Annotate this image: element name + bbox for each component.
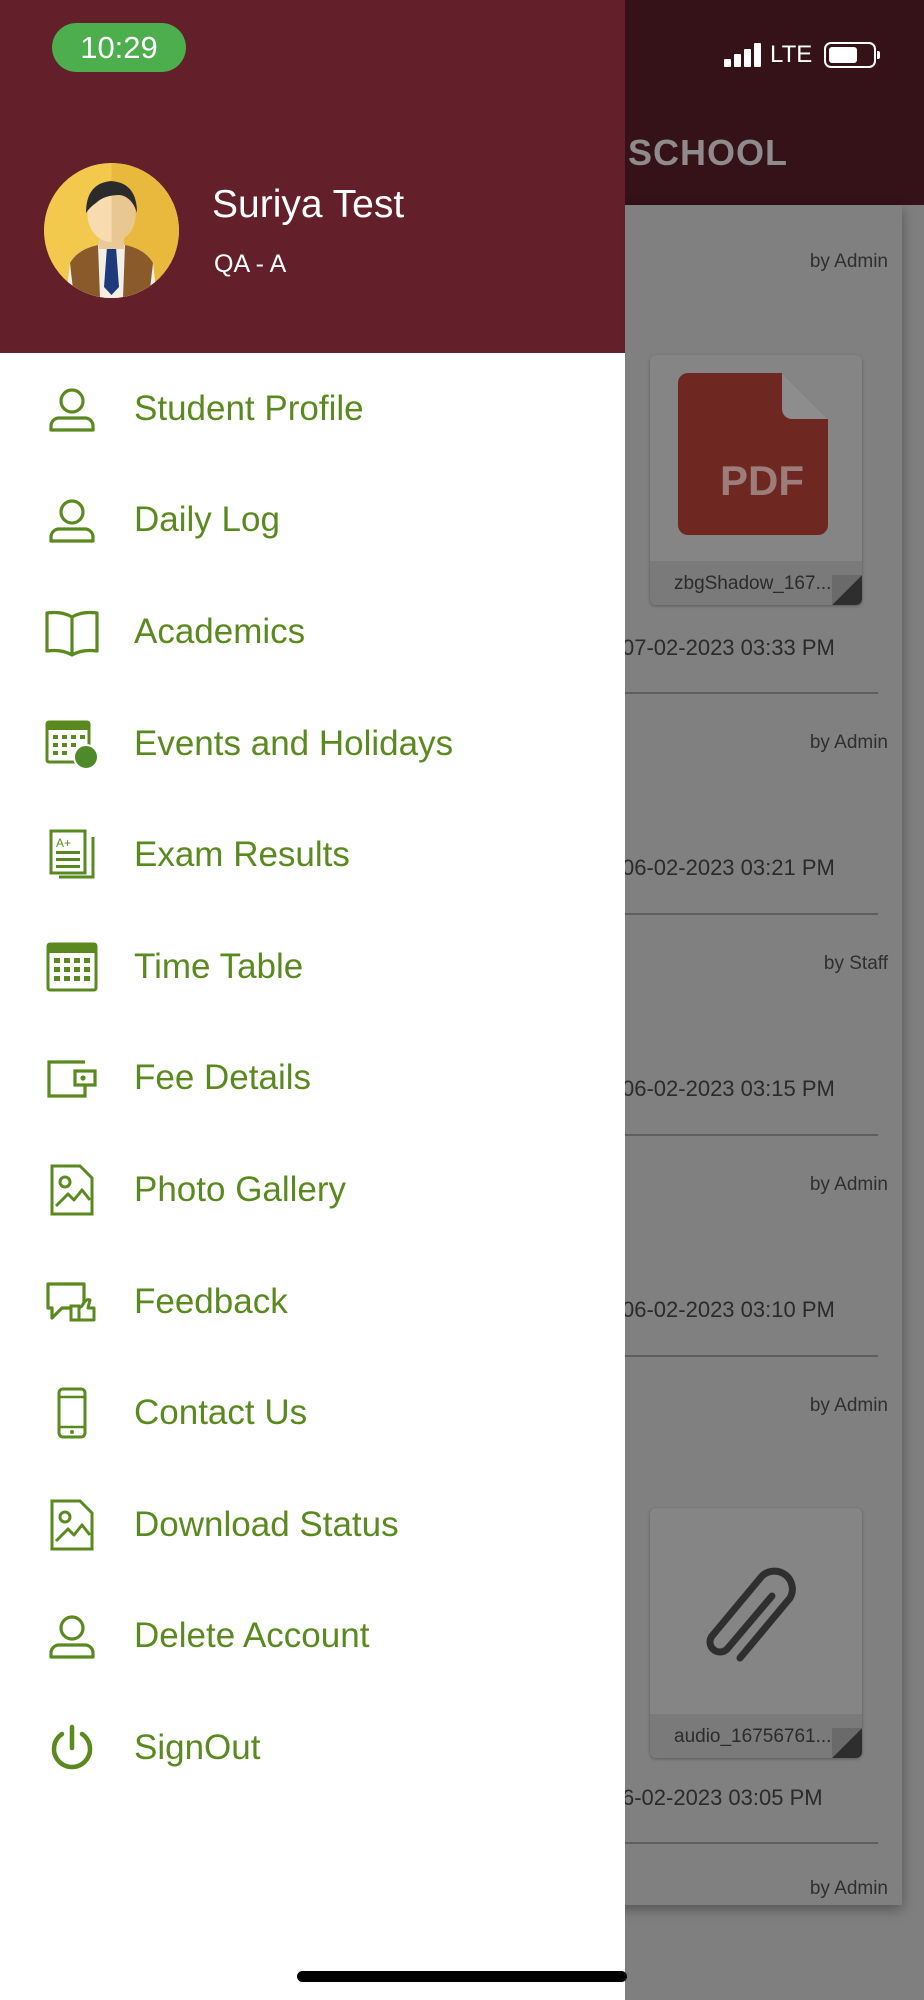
- user-class: QA - A: [214, 250, 287, 278]
- menu-label: Student Profile: [134, 388, 364, 428]
- home-indicator[interactable]: [297, 1971, 627, 1982]
- status-time: 10:29: [52, 23, 186, 72]
- user-name: Suriya Test: [212, 183, 405, 226]
- notice-author: by Admin: [809, 1174, 888, 1195]
- notice-date: 06-02-2023 03:15 PM: [622, 1076, 835, 1101]
- notice-date: 06-02-2023 03:21 PM: [622, 855, 835, 880]
- person-icon: [44, 381, 100, 437]
- exam-results-icon: A+: [44, 827, 100, 883]
- signal-icon: [724, 43, 761, 67]
- menu-item-feedback[interactable]: Feedback: [0, 1246, 625, 1358]
- menu-label: SignOut: [134, 1727, 261, 1767]
- book-icon: [44, 604, 100, 660]
- battery-icon: [824, 42, 881, 68]
- attachment-name: audio_16756761...: [674, 1726, 832, 1747]
- fold-corner-icon: [832, 575, 862, 605]
- student-avatar-icon: [44, 163, 179, 298]
- file-attachment[interactable]: audio_16756761...: [650, 1508, 862, 1758]
- notice-author: by Admin: [809, 251, 888, 272]
- notice-date: 6-02-2023 03:05 PM: [622, 1785, 823, 1810]
- attachment-name: zbgShadow_167...: [674, 573, 832, 594]
- status-indicators: LTE: [724, 40, 881, 70]
- notice-author: by Admin: [809, 1878, 888, 1899]
- notice-date: 06-02-2023 03:10 PM: [622, 1297, 835, 1322]
- power-icon: [44, 1720, 100, 1776]
- menu-item-contact-us[interactable]: Contact Us: [0, 1357, 625, 1469]
- wallet-icon: [44, 1050, 100, 1106]
- menu-item-academics[interactable]: Academics: [0, 576, 625, 688]
- menu-item-delete-account[interactable]: Delete Account: [0, 1581, 625, 1693]
- phone-icon: [44, 1385, 100, 1441]
- menu-item-daily-log[interactable]: Daily Log: [0, 465, 625, 577]
- notice-author: by Admin: [809, 1395, 888, 1416]
- image-icon: [44, 1162, 100, 1218]
- fold-corner-icon: [832, 1728, 862, 1758]
- menu-label: Feedback: [134, 1281, 288, 1321]
- menu-label: Fee Details: [134, 1058, 312, 1098]
- menu-label: Time Table: [134, 946, 304, 986]
- menu-item-events-and-holidays[interactable]: Events and Holidays: [0, 688, 625, 800]
- notice-author: by Admin: [809, 732, 888, 753]
- app-title: SCHOOL: [628, 132, 789, 173]
- menu-label: Academics: [134, 611, 306, 651]
- menu-item-student-profile[interactable]: Student Profile: [0, 353, 625, 465]
- feedback-icon: [44, 1274, 100, 1330]
- network-type: LTE: [770, 41, 813, 68]
- pdf-attachment[interactable]: PDF zbgShadow_167...: [650, 355, 862, 605]
- navigation-drawer: Suriya Test QA - A Student Profile Daily…: [0, 0, 625, 2000]
- menu-label: Exam Results: [134, 835, 350, 875]
- calendar-event-icon: [44, 716, 100, 772]
- menu-item-photo-gallery[interactable]: Photo Gallery: [0, 1134, 625, 1246]
- pdf-file-icon: PDF: [678, 373, 828, 535]
- menu-label: Events and Holidays: [134, 723, 454, 763]
- menu-label: Daily Log: [134, 500, 280, 540]
- menu-item-fee-details[interactable]: Fee Details: [0, 1023, 625, 1135]
- menu-label: Photo Gallery: [134, 1169, 347, 1209]
- image-icon: [44, 1497, 100, 1553]
- menu-item-exam-results[interactable]: A+ Exam Results: [0, 799, 625, 911]
- notice-author: by Staff: [823, 953, 888, 974]
- calendar-grid-icon: [44, 939, 100, 995]
- menu-label: Download Status: [134, 1504, 399, 1544]
- svg-text:A+: A+: [56, 836, 71, 850]
- person-icon: [44, 492, 100, 548]
- person-icon: [44, 1608, 100, 1664]
- notice-list: by Admin PDF zbgShadow_167... 07-02-2023…: [612, 205, 902, 1905]
- svg-text:PDF: PDF: [720, 457, 804, 504]
- paperclip-icon: [706, 1567, 796, 1662]
- menu-label: Contact Us: [134, 1393, 308, 1433]
- avatar[interactable]: [44, 163, 179, 298]
- menu-item-time-table[interactable]: Time Table: [0, 911, 625, 1023]
- menu-item-download-status[interactable]: Download Status: [0, 1469, 625, 1581]
- menu-label: Delete Account: [134, 1616, 370, 1656]
- notice-date: 07-02-2023 03:33 PM: [622, 635, 835, 660]
- menu-item-signout[interactable]: SignOut: [0, 1692, 625, 1804]
- drawer-menu: Student Profile Daily Log Academics Even…: [0, 353, 625, 1804]
